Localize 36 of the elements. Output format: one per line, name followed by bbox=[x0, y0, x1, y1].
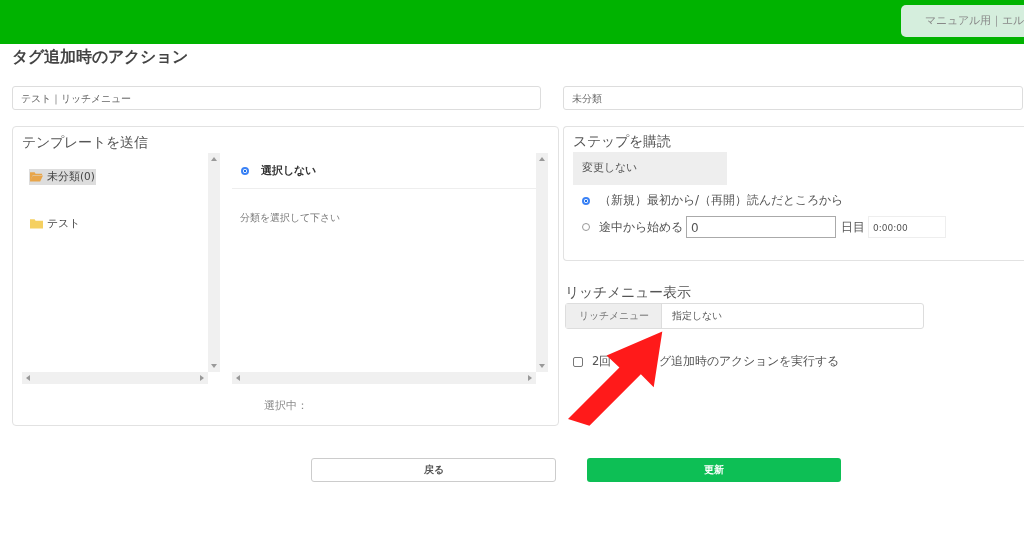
day-field[interactable]: 0 bbox=[686, 216, 836, 238]
tag-field[interactable]: テスト｜リッチメニュー bbox=[12, 86, 541, 110]
scroll-right-icon[interactable] bbox=[200, 375, 204, 381]
section-heading: ステップを購読 bbox=[573, 133, 672, 151]
step-dropdown[interactable]: 変更しない bbox=[573, 152, 727, 185]
page-title: タグ追加時のアクション bbox=[12, 46, 189, 68]
folder-icon bbox=[30, 218, 43, 229]
scrollbar[interactable] bbox=[232, 372, 536, 384]
folder-icon bbox=[30, 171, 43, 182]
back-button[interactable]: 戻る bbox=[311, 458, 556, 482]
checkbox[interactable] bbox=[573, 356, 583, 367]
scroll-down-icon[interactable] bbox=[539, 364, 545, 368]
scroll-up-icon[interactable] bbox=[211, 157, 217, 161]
scroll-left-icon[interactable] bbox=[26, 375, 30, 381]
scrollbar[interactable] bbox=[536, 153, 548, 372]
checkbox-label: グ追加時のアクションを実行する bbox=[659, 354, 840, 369]
section-heading: テンプレートを送信 bbox=[22, 134, 149, 152]
scroll-up-icon[interactable] bbox=[539, 157, 545, 161]
option-label: （新規）最初から/（再開）読んだところから bbox=[599, 192, 844, 209]
scroll-right-icon[interactable] bbox=[528, 375, 532, 381]
selection-label: 選択中： bbox=[262, 398, 309, 413]
radio-button[interactable] bbox=[241, 166, 249, 175]
category-field[interactable]: 未分類 bbox=[563, 86, 1023, 110]
time-field[interactable]: 0:00:00 bbox=[868, 216, 946, 238]
scroll-left-icon[interactable] bbox=[236, 375, 240, 381]
scroll-down-icon[interactable] bbox=[211, 364, 217, 368]
folder-item[interactable]: テスト bbox=[29, 215, 81, 232]
scrollbar[interactable] bbox=[208, 153, 220, 372]
template-option[interactable]: 選択しない bbox=[232, 153, 536, 189]
scrollbar[interactable] bbox=[22, 372, 208, 384]
folder-item[interactable]: 未分類(0) bbox=[29, 168, 96, 185]
hint-text: 分類を選択して下さい bbox=[239, 211, 341, 225]
section-heading: リッチメニュー表示 bbox=[565, 284, 692, 302]
radio-button[interactable] bbox=[582, 196, 590, 205]
option-label: 途中から始める bbox=[599, 218, 683, 236]
unit-label: 日目 bbox=[841, 218, 865, 236]
